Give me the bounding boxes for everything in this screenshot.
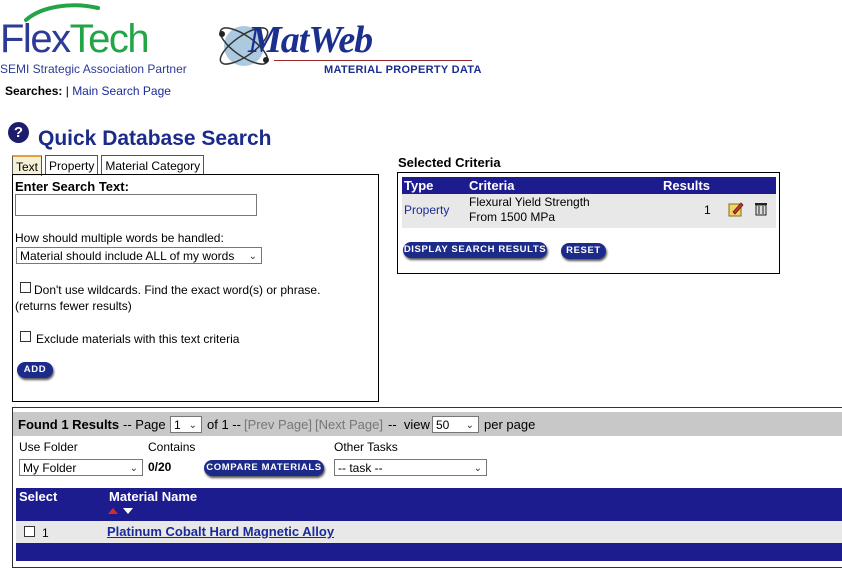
criteria-col-results: Results bbox=[663, 178, 710, 193]
row-select-checkbox[interactable] bbox=[24, 526, 35, 537]
main-search-page-link[interactable]: Main Search Page bbox=[72, 84, 171, 98]
matweb-underline bbox=[274, 60, 472, 61]
found-results-text: Found 1 Results bbox=[18, 417, 120, 432]
next-page-link[interactable]: [Next Page] bbox=[315, 417, 383, 432]
results-pagination-bar: Found 1 Results -- Page 1 ⌄ of 1 -- [Pre… bbox=[13, 412, 842, 436]
display-search-results-button[interactable]: DISPLAY SEARCH RESULTS bbox=[403, 242, 547, 258]
table-row: 1 Platinum Cobalt Hard Magnetic Alloy bbox=[16, 521, 842, 543]
column-material-name[interactable]: Material Name bbox=[109, 489, 197, 504]
searches-label: Searches: bbox=[5, 84, 63, 98]
search-text-input[interactable] bbox=[15, 194, 257, 216]
edit-icon[interactable] bbox=[728, 201, 744, 217]
exclude-checkbox[interactable] bbox=[20, 331, 31, 342]
page-select[interactable]: 1 ⌄ bbox=[170, 416, 202, 433]
view-label: -- view bbox=[388, 417, 430, 432]
multi-word-label: How should multiple words be handled: bbox=[15, 231, 224, 245]
results-table-header: Select Material Name bbox=[16, 488, 842, 521]
exclude-label: Exclude materials with this text criteri… bbox=[36, 332, 240, 346]
row-index: 1 bbox=[42, 526, 49, 540]
other-tasks-select[interactable]: -- task -- ⌄ bbox=[334, 459, 487, 476]
sort-descending-icon[interactable] bbox=[123, 508, 133, 514]
tab-text[interactable]: Text bbox=[12, 155, 43, 176]
criteria-col-type: Type bbox=[404, 178, 434, 193]
flextech-tech-text: Tech bbox=[69, 17, 150, 61]
task-selected: -- task -- bbox=[338, 461, 383, 475]
reset-button[interactable]: RESET bbox=[561, 243, 606, 259]
criteria-value: From 1500 MPa bbox=[469, 210, 556, 224]
per-page-selected: 50 bbox=[436, 418, 450, 432]
matweb-subtitle: MATERIAL PROPERTY DATA bbox=[324, 64, 482, 76]
prev-page-link[interactable]: [Prev Page] bbox=[244, 417, 312, 432]
compare-materials-button[interactable]: COMPARE MATERIALS bbox=[204, 460, 324, 476]
matweb-logo[interactable]: MatWeb MATERIAL PROPERTY DATA bbox=[214, 16, 481, 78]
per-page-label: per page bbox=[484, 417, 536, 432]
other-tasks-label: Other Tasks bbox=[334, 440, 398, 454]
selected-criteria-panel: Type Criteria Results Property Flexural … bbox=[397, 172, 780, 274]
no-wildcards-checkbox[interactable] bbox=[20, 282, 31, 293]
of-pages-text: of 1 -- bbox=[207, 417, 241, 432]
criteria-row: Property Flexural Yield Strength From 15… bbox=[402, 194, 776, 228]
folder-selected: My Folder bbox=[23, 461, 77, 475]
page-label: -- Page bbox=[123, 417, 166, 432]
criteria-header: Type Criteria Results bbox=[402, 177, 776, 194]
no-wildcards-note: (returns fewer results) bbox=[15, 299, 132, 313]
matweb-logo-text: MatWeb bbox=[248, 19, 373, 61]
enter-search-label: Enter Search Text: bbox=[15, 179, 129, 194]
folder-select[interactable]: My Folder ⌄ bbox=[19, 459, 143, 476]
breadcrumb-separator: | bbox=[65, 84, 69, 98]
results-panel: Found 1 Results -- Page 1 ⌄ of 1 -- [Pre… bbox=[12, 407, 842, 568]
multi-word-select[interactable]: Material should include ALL of my words … bbox=[16, 247, 262, 264]
flextech-flex-text: Flex bbox=[0, 17, 71, 61]
criteria-name: Flexural Yield Strength bbox=[469, 195, 590, 209]
criteria-col-criteria: Criteria bbox=[469, 178, 515, 193]
chevron-down-icon: ⌄ bbox=[248, 251, 257, 262]
delete-trash-icon[interactable] bbox=[753, 200, 769, 216]
no-wildcards-label: Don't use wildcards. Find the exact word… bbox=[34, 283, 321, 297]
use-folder-label: Use Folder bbox=[19, 440, 78, 454]
folder-contains-count: 0/20 bbox=[148, 460, 172, 474]
help-icon[interactable]: ? bbox=[8, 122, 29, 143]
criteria-result-count: 1 bbox=[704, 203, 711, 217]
chevron-down-icon: ⌄ bbox=[465, 420, 474, 431]
flextech-subtitle: SEMI Strategic Association Partner bbox=[0, 62, 187, 76]
tab-material-category[interactable]: Material Category bbox=[101, 155, 205, 175]
text-search-panel: Enter Search Text: How should multiple w… bbox=[12, 174, 379, 402]
per-page-select[interactable]: 50 ⌄ bbox=[432, 416, 479, 433]
chevron-down-icon: ⌄ bbox=[129, 463, 138, 474]
criteria-type: Property bbox=[404, 203, 450, 217]
sort-ascending-icon[interactable] bbox=[108, 508, 118, 514]
page-selected: 1 bbox=[174, 418, 181, 432]
breadcrumb: Searches: | Main Search Page bbox=[5, 84, 171, 98]
selected-criteria-title: Selected Criteria bbox=[398, 155, 501, 170]
material-name-link[interactable]: Platinum Cobalt Hard Magnetic Alloy bbox=[107, 524, 334, 539]
add-button[interactable]: ADD bbox=[17, 362, 53, 378]
page-title: Quick Database Search bbox=[38, 127, 272, 150]
chevron-down-icon: ⌄ bbox=[473, 463, 482, 474]
multi-word-selected: Material should include ALL of my words bbox=[20, 249, 235, 263]
flextech-logo[interactable]: FlexTech SEMI Strategic Association Part… bbox=[0, 2, 205, 82]
column-select: Select bbox=[19, 489, 58, 504]
results-table-footer bbox=[16, 543, 842, 561]
search-tabs: Text Property Material Category bbox=[12, 155, 205, 176]
chevron-down-icon: ⌄ bbox=[188, 420, 197, 431]
tab-property[interactable]: Property bbox=[45, 155, 99, 175]
contains-label: Contains bbox=[148, 440, 196, 454]
